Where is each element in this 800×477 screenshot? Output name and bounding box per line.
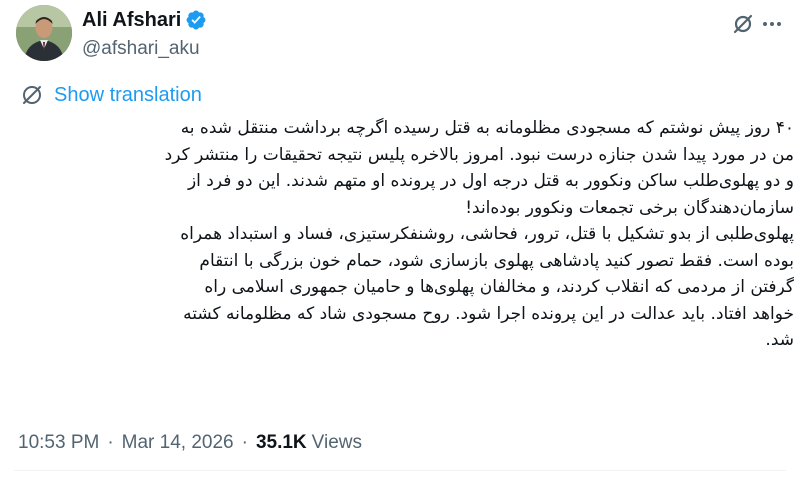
tweet-text-line: بوده است. فقط تصور کنید پادشاهی پهلوی با…: [199, 250, 794, 271]
verified-badge-icon: [186, 10, 206, 30]
meta-separator: ·: [241, 432, 248, 453]
more-options-icon[interactable]: [760, 12, 784, 36]
views-count: 35.1K: [255, 432, 307, 453]
show-translation-label: Show translation: [54, 83, 202, 106]
tweet-card: Ali Afshari @afshari_aku Show translatio…: [0, 0, 800, 477]
tweet-date[interactable]: Mar 14, 2026: [122, 432, 234, 454]
avatar[interactable]: [16, 5, 72, 61]
author-names: Ali Afshari @afshari_aku: [82, 8, 206, 60]
display-name-row: Ali Afshari: [82, 8, 206, 32]
tweet-text-line: من در مورد پیدا شدن جنازه درست نبود. امر…: [164, 144, 794, 165]
tweet-text-line: شد.: [765, 330, 794, 350]
tweet-text-line: سازمان‌دهندگان برخی تجمعات ونکوور بوده‌ا…: [465, 197, 794, 218]
meta-separator: ·: [107, 432, 114, 453]
tweet-time[interactable]: 10:53 PM: [18, 432, 99, 454]
show-translation-link[interactable]: Show translation: [20, 83, 202, 107]
globe-icon: [20, 83, 44, 107]
grok-icon[interactable]: [732, 13, 754, 35]
tweet-text: ۴۰ روز پیش نوشتم که مسجودی مظلومانه به ق…: [14, 115, 794, 354]
tweet-text-line: پهلوی‌طلبی از بدو تشکیل با قتل، ترور، فح…: [180, 224, 794, 244]
views-label: Views: [311, 432, 362, 453]
tweet-header: Ali Afshari @afshari_aku: [16, 5, 784, 63]
display-name[interactable]: Ali Afshari: [82, 9, 181, 32]
divider: [14, 470, 786, 471]
tweet-meta: 10:53 PM · Mar 14, 2026 · 35.1K Views: [18, 432, 362, 454]
tweet-text-line: خواهد افتاد. باید عدالت در این پرونده اج…: [183, 303, 794, 324]
tweet-text-line: و دو پهلوی‌طلب ساکن ونکوور به قتل درجه ا…: [187, 171, 794, 191]
tweet-text-line: گرفتن از مردمی که انقلاب کردند، و مخالفا…: [204, 277, 794, 297]
author-handle[interactable]: @afshari_aku: [82, 38, 206, 60]
tweet-text-line: ۴۰ روز پیش نوشتم که مسجودی مظلومانه به ق…: [180, 118, 794, 138]
